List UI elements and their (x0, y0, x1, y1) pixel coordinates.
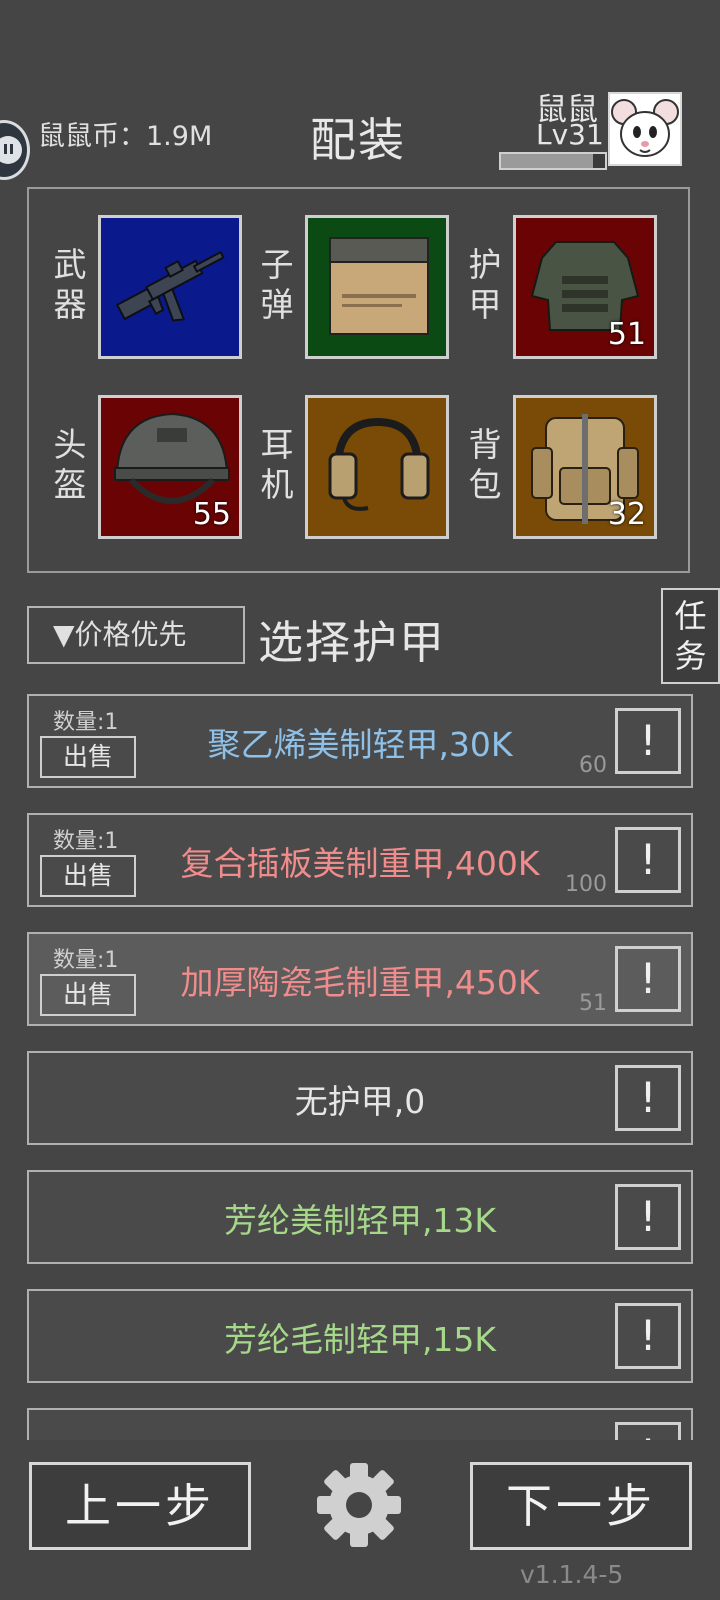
section-title: 选择护甲 (258, 616, 447, 669)
slot-label-backpack: 背 包 (467, 425, 503, 505)
slot-level: 32 (607, 497, 646, 532)
floating-chat-button[interactable] (0, 120, 30, 180)
slot-ammo[interactable] (305, 215, 449, 359)
slot-level: 55 (192, 497, 231, 532)
slot-label-text: 背 包 (468, 425, 502, 504)
slot-backpack[interactable]: 32 (513, 395, 657, 539)
armor-list-item[interactable]: 数量:1 出售 加厚陶瓷毛制重甲,450K 51! (27, 932, 693, 1026)
item-info-button[interactable]: ! (615, 1303, 681, 1369)
armor-list-item[interactable]: 芳纶毛制轻甲,15K! (27, 1289, 693, 1383)
item-name: 芳纶毛制轻甲,15K (223, 1320, 497, 1359)
item-level: 51 (579, 991, 607, 1016)
slot-label-text: 耳 机 (260, 425, 294, 504)
armor-list-item[interactable]: 无护甲,0! (27, 1051, 693, 1145)
avatar[interactable] (608, 92, 682, 166)
slot-level: 51 (607, 317, 646, 352)
xp-bar (499, 152, 607, 170)
slot-label-text: 子 弹 (260, 245, 294, 324)
slot-label-ammo: 子 弹 (259, 245, 295, 325)
settings-button[interactable] (314, 1460, 404, 1550)
version-label: v1.1.4-5 (520, 1560, 624, 1589)
sort-dropdown[interactable]: ▼价格优先 (27, 606, 245, 664)
slot-label-text: 武 器 (53, 245, 87, 324)
slot-weapon[interactable] (98, 215, 242, 359)
slot-label-text: 护 甲 (468, 245, 502, 324)
armor-list[interactable]: 数量:1 出售 聚乙烯美制轻甲,30K 60! 数量:1 出售 复合插板美制重甲,400K 1… (27, 694, 694, 1440)
ammo-box-icon (329, 237, 429, 335)
headset-icon (328, 417, 430, 511)
armor-list-item[interactable]: ! (27, 1408, 693, 1440)
item-info-button[interactable]: ! (615, 1422, 681, 1440)
xp-bar-fill (501, 154, 593, 168)
slot-label-text: 头 盔 (53, 425, 87, 504)
item-info-button[interactable]: ! (615, 1065, 681, 1131)
item-name: 无护甲,0 (294, 1082, 426, 1121)
user-level: Lv31 (536, 118, 604, 151)
task-button[interactable]: 任 务 (661, 588, 720, 684)
task-button-label: 任 务 (674, 597, 707, 675)
item-info-button[interactable]: ! (615, 946, 681, 1012)
item-name: 芳纶美制轻甲,13K (223, 1201, 497, 1240)
rifle-icon (115, 250, 225, 322)
slot-helmet[interactable]: 55 (98, 395, 242, 539)
prev-step-button[interactable]: 上一步 (29, 1462, 251, 1550)
item-level: 60 (579, 753, 607, 778)
item-info-button[interactable]: ! (615, 708, 681, 774)
slot-headset[interactable] (305, 395, 449, 539)
slot-label-headset: 耳 机 (259, 425, 295, 505)
next-step-button[interactable]: 下一步 (470, 1462, 692, 1550)
item-info-button[interactable]: ! (615, 1184, 681, 1250)
armor-list-item[interactable]: 芳纶美制轻甲,13K! (27, 1170, 693, 1264)
slot-label-helmet: 头 盔 (52, 425, 88, 505)
armor-list-item[interactable]: 数量:1 出售 复合插板美制重甲,400K 100! (27, 813, 693, 907)
slot-armor[interactable]: 51 (513, 215, 657, 359)
armor-list-item[interactable]: 数量:1 出售 聚乙烯美制轻甲,30K 60! (27, 694, 693, 788)
coin-balance: 鼠鼠币：1.9M (38, 121, 213, 152)
page-title: 配装 (310, 113, 406, 167)
item-level: 100 (565, 872, 607, 897)
slot-label-armor: 护 甲 (467, 245, 503, 325)
slot-label-weapon: 武 器 (52, 245, 88, 325)
item-info-button[interactable]: ! (615, 827, 681, 893)
mouse-avatar-icon (610, 94, 680, 164)
gear-icon (317, 1463, 401, 1547)
